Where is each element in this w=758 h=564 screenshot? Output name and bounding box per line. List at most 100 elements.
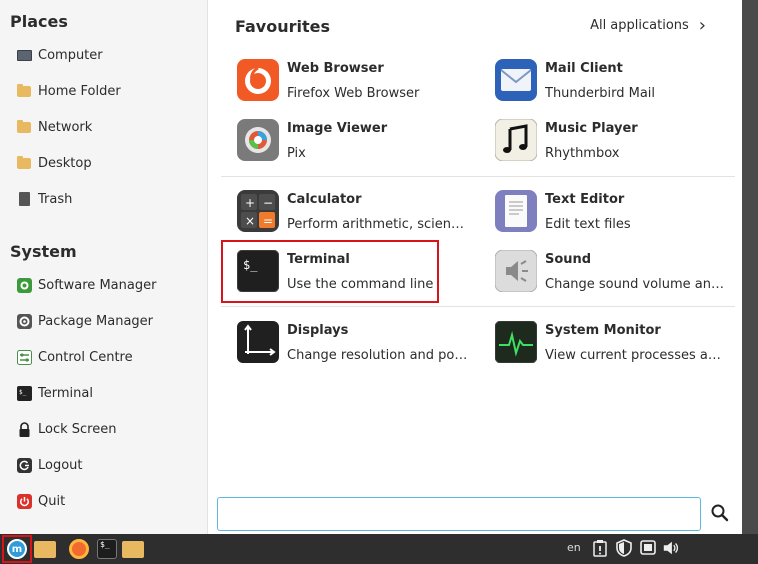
volume-icon[interactable] bbox=[662, 539, 680, 557]
search-input[interactable] bbox=[218, 498, 700, 530]
app-name: Mail Client bbox=[545, 61, 623, 76]
desktop-background bbox=[742, 0, 758, 534]
system-heading: System bbox=[10, 242, 77, 261]
app-description: View current processes and monitor syste… bbox=[545, 348, 727, 363]
image-viewer-icon bbox=[237, 119, 279, 161]
text-editor-icon bbox=[495, 190, 537, 232]
app-music-player[interactable]: Music Player Rhythmbox bbox=[494, 115, 735, 167]
app-description: Thunderbird Mail bbox=[545, 86, 656, 101]
terminal-highlight-box bbox=[221, 240, 439, 303]
app-web-browser[interactable]: Web Browser Firefox Web Browser bbox=[237, 55, 477, 107]
app-name: Web Browser bbox=[287, 61, 384, 76]
taskbar-terminal-launcher[interactable]: $_ bbox=[96, 537, 118, 561]
update-manager-icon[interactable] bbox=[591, 539, 609, 557]
firefox-icon bbox=[237, 59, 279, 101]
places-heading: Places bbox=[10, 12, 68, 31]
system-monitor-icon bbox=[494, 320, 538, 364]
control-centre-icon bbox=[16, 349, 32, 365]
system-logout[interactable]: Logout bbox=[16, 450, 196, 480]
all-applications-button[interactable]: All applications › bbox=[590, 15, 706, 36]
folder-icon bbox=[34, 540, 56, 558]
system-label: Package Manager bbox=[38, 313, 154, 329]
app-image-viewer[interactable]: Image Viewer Pix bbox=[237, 115, 477, 167]
left-pane: Places Computer Home Folder Network Desk… bbox=[0, 0, 208, 534]
system-quit[interactable]: Quit bbox=[16, 486, 196, 516]
taskbar: m $_ en bbox=[0, 534, 758, 564]
firefox-icon bbox=[69, 539, 89, 559]
place-home-folder[interactable]: Home Folder bbox=[16, 76, 196, 106]
place-computer[interactable]: Computer bbox=[16, 40, 196, 70]
trash-icon bbox=[16, 191, 32, 207]
folder-icon bbox=[122, 540, 144, 558]
app-description: Firefox Web Browser bbox=[287, 86, 420, 101]
svg-text:$_: $_ bbox=[19, 389, 27, 396]
terminal-icon: $_ bbox=[16, 385, 32, 401]
app-name: Calculator bbox=[287, 192, 362, 207]
app-sound[interactable]: Sound Change sound volume and sound even… bbox=[494, 246, 735, 298]
taskbar-folder-launcher[interactable] bbox=[122, 537, 144, 561]
terminal-glyph: $_ bbox=[100, 540, 110, 549]
system-label: Lock Screen bbox=[38, 421, 117, 437]
software-manager-icon bbox=[16, 277, 32, 293]
favourites-separator bbox=[221, 176, 735, 177]
app-text-editor[interactable]: Text Editor Edit text files bbox=[495, 186, 735, 238]
menu-button[interactable]: m bbox=[2, 535, 32, 563]
place-desktop[interactable]: Desktop bbox=[16, 148, 196, 178]
svg-text:=: = bbox=[263, 214, 273, 228]
search-icon[interactable] bbox=[710, 503, 730, 523]
place-label: Computer bbox=[38, 47, 103, 63]
svg-text:×: × bbox=[245, 214, 255, 228]
app-description: Change resolution and position of monito… bbox=[287, 348, 469, 363]
search-box[interactable] bbox=[217, 497, 701, 531]
favourites-heading: Favourites bbox=[235, 17, 330, 36]
taskbar-firefox-launcher[interactable] bbox=[68, 537, 90, 561]
app-description: Edit text files bbox=[545, 217, 631, 232]
desktop-folder-icon bbox=[16, 155, 32, 171]
app-system-monitor[interactable]: System Monitor View current processes an… bbox=[494, 317, 735, 369]
app-name: Sound bbox=[545, 252, 592, 267]
calculator-icon: + − × = bbox=[237, 190, 279, 232]
network-folder-icon bbox=[16, 119, 32, 135]
svg-text:+: + bbox=[245, 196, 255, 210]
app-name: System Monitor bbox=[545, 323, 661, 338]
app-description: Perform arithmetic, scientific or financ… bbox=[287, 217, 469, 232]
system-software-manager[interactable]: Software Manager bbox=[16, 270, 196, 300]
computer-icon bbox=[16, 47, 32, 63]
svg-text:−: − bbox=[263, 196, 273, 210]
system-lock-screen[interactable]: Lock Screen bbox=[16, 414, 196, 444]
system-label: Software Manager bbox=[38, 277, 157, 293]
power-icon bbox=[16, 493, 32, 509]
terminal-icon: $_ bbox=[97, 539, 117, 559]
place-network[interactable]: Network bbox=[16, 112, 196, 142]
network-icon[interactable] bbox=[639, 539, 657, 557]
app-description: Pix bbox=[287, 146, 306, 161]
app-name: Text Editor bbox=[545, 192, 625, 207]
lock-icon bbox=[16, 421, 32, 437]
system-label: Control Centre bbox=[38, 349, 133, 365]
chevron-right-icon: › bbox=[698, 15, 706, 36]
app-description: Rhythmbox bbox=[545, 146, 620, 161]
sound-icon bbox=[494, 249, 538, 293]
system-terminal[interactable]: $_ Terminal bbox=[16, 378, 196, 408]
system-package-manager[interactable]: Package Manager bbox=[16, 306, 196, 336]
all-applications-label: All applications bbox=[590, 18, 689, 33]
system-control-centre[interactable]: Control Centre bbox=[16, 342, 196, 372]
app-displays[interactable]: Displays Change resolution and position … bbox=[237, 317, 477, 369]
taskbar-files-launcher[interactable] bbox=[34, 537, 56, 561]
place-trash[interactable]: Trash bbox=[16, 184, 196, 214]
favourites-separator bbox=[221, 306, 735, 307]
app-description: Change sound volume and sound events bbox=[545, 277, 727, 292]
mail-icon bbox=[495, 59, 537, 101]
place-label: Home Folder bbox=[38, 83, 121, 99]
system-label: Logout bbox=[38, 457, 83, 473]
shield-icon[interactable] bbox=[615, 539, 633, 557]
app-calculator[interactable]: + − × = Calculator Perform arithmetic, scie… bbox=[237, 186, 477, 238]
app-mail-client[interactable]: Mail Client Thunderbird Mail bbox=[495, 55, 735, 107]
system-label: Quit bbox=[38, 493, 66, 509]
displays-icon bbox=[237, 321, 279, 363]
keyboard-layout-indicator[interactable]: en bbox=[567, 541, 581, 554]
place-label: Network bbox=[38, 119, 93, 135]
music-icon bbox=[494, 118, 538, 162]
package-manager-icon bbox=[16, 313, 32, 329]
system-label: Terminal bbox=[38, 385, 93, 401]
